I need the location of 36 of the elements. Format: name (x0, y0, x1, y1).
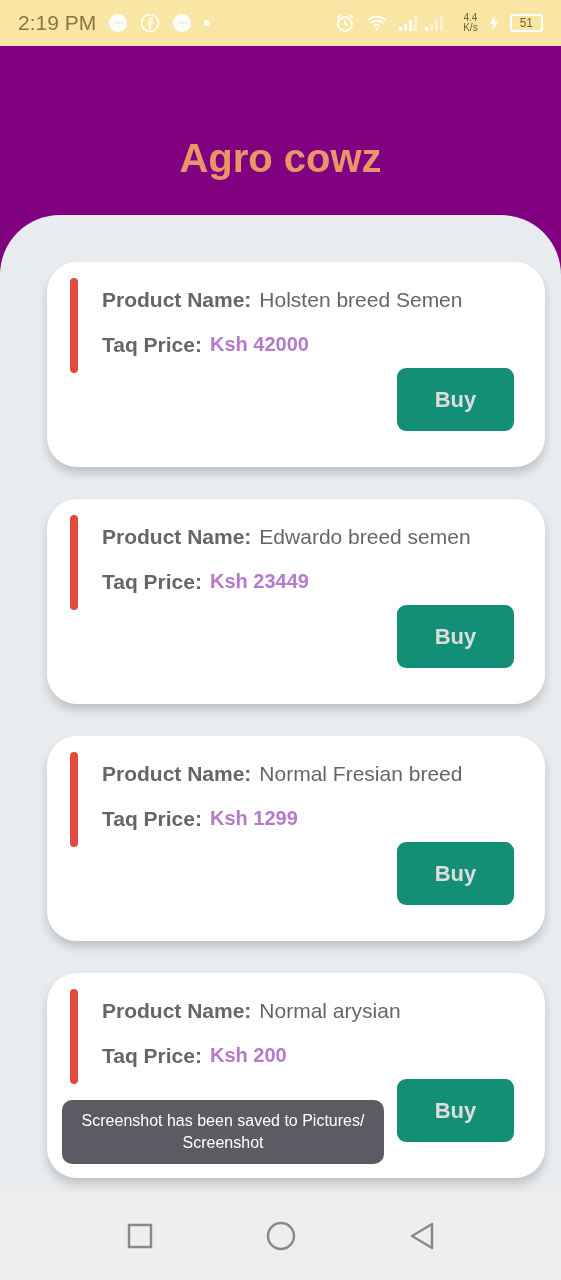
product-price: Ksh 200 (210, 1044, 287, 1067)
field-label: Product Name: (102, 761, 252, 786)
field-label: Product Name: (102, 998, 252, 1023)
back-icon[interactable] (408, 1222, 435, 1250)
app-title: Agro cowz (179, 135, 382, 181)
dot-icon (204, 20, 211, 26)
field-label: Taq Price: (102, 332, 202, 357)
product-price: Ksh 23449 (210, 570, 309, 593)
battery-icon: 51 (509, 14, 543, 32)
buy-button[interactable]: Buy (397, 842, 514, 905)
home-icon[interactable] (265, 1221, 296, 1251)
field-label: Product Name: (102, 524, 252, 549)
field-label: Taq Price: (102, 1043, 202, 1068)
facebook-icon (140, 13, 161, 33)
field-label: Product Name: (102, 287, 252, 312)
clock-text: 2:19 PM (18, 11, 97, 35)
wifi-icon (367, 15, 388, 31)
alarm-icon (335, 13, 356, 33)
product-name: Edwardo breed semen (259, 524, 471, 549)
buy-button[interactable]: Buy (397, 605, 514, 668)
product-name: Holsten breed Semen (259, 287, 463, 312)
toast-message: Screenshot has been saved to Pictures/ Screenshot (62, 1100, 384, 1164)
buy-button[interactable]: Buy (397, 368, 514, 431)
buy-button[interactable]: Buy (397, 1079, 514, 1142)
recents-icon[interactable] (126, 1223, 153, 1249)
messenger-icon (108, 13, 129, 33)
charging-icon (489, 15, 498, 31)
messenger-icon (172, 13, 193, 33)
product-price: Ksh 42000 (210, 333, 309, 356)
field-label: Taq Price: (102, 806, 202, 831)
product-price: Ksh 1299 (210, 807, 298, 830)
speed-unit: K/s (463, 23, 478, 33)
field-label: Taq Price: (102, 569, 202, 594)
product-name: Normal Fresian breed (259, 761, 463, 786)
speed-text: 4.4 (463, 13, 478, 23)
product-name: Normal arysian (259, 998, 401, 1023)
